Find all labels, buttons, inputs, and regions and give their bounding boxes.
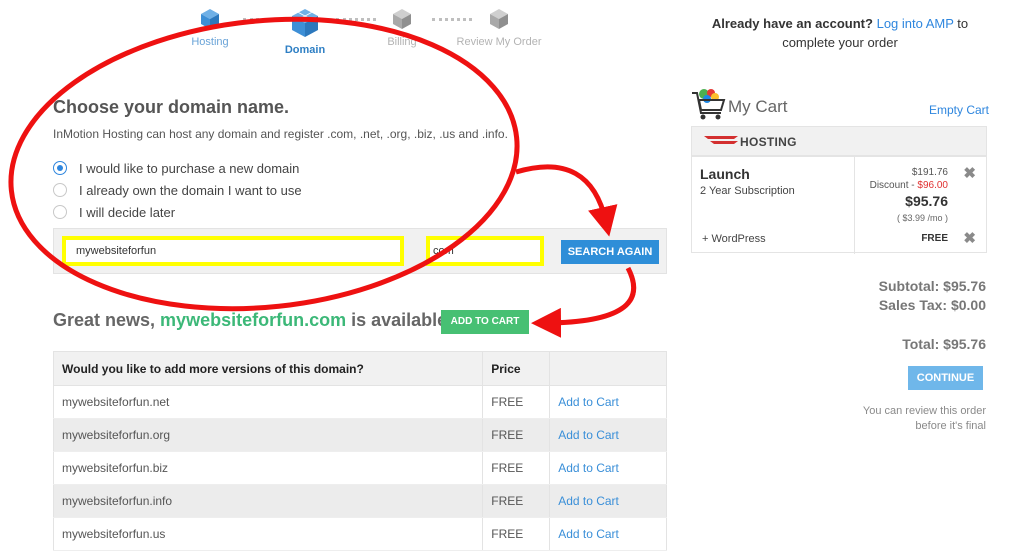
domain-cell: mywebsiteforfun.org — [52, 418, 484, 452]
option-decide-later[interactable]: I will decide later — [53, 203, 175, 221]
annotation-arrow — [515, 164, 618, 237]
review-note-line: before it's final — [915, 420, 986, 432]
step-label: Billing — [387, 36, 417, 48]
monthly-price: ( $3.99 /mo ) — [896, 213, 948, 223]
table-row: mywebsiteforfun.us FREE Add to Cart — [52, 517, 667, 551]
cart-title: My Cart — [728, 97, 788, 116]
price-cell: FREE — [482, 484, 551, 518]
cart-section-header: HOSTING — [691, 126, 987, 156]
progress-steps: Hosting Domain Billing Review My Order — [150, 0, 570, 60]
continue-button[interactable]: CONTINUE — [908, 366, 983, 390]
step-billing[interactable]: Billing — [357, 8, 447, 48]
cart-item: Launch 2 Year Subscription + WordPress $… — [691, 156, 987, 254]
table-row: mywebsiteforfun.org FREE Add to Cart — [52, 418, 667, 452]
step-label: Domain — [284, 44, 326, 56]
login-link[interactable]: Log into AMP — [877, 16, 954, 31]
availability-prefix: Great news, — [53, 310, 161, 330]
domain-input[interactable]: mywebsiteforfun — [62, 236, 404, 266]
step-review[interactable]: Review My Order — [454, 8, 544, 48]
remove-icon[interactable]: ✖ — [963, 166, 976, 181]
account-tail: to — [953, 16, 969, 31]
step-label: Hosting — [191, 36, 229, 48]
cube-step-icon — [490, 9, 508, 29]
shopping-cart-icon — [692, 89, 726, 120]
tld-select[interactable]: com — [426, 236, 544, 266]
radio-button[interactable] — [53, 161, 67, 175]
available-domain: mywebsiteforfun.com — [160, 310, 347, 330]
account-tail-2: complete your order — [782, 35, 898, 50]
option-new-domain[interactable]: I would like to purchase a new domain — [53, 159, 299, 177]
column-header: Price — [482, 351, 551, 386]
table-row: mywebsiteforfun.net FREE Add to Cart — [52, 385, 667, 419]
empty-cart-link[interactable]: Empty Cart — [929, 103, 989, 117]
radio-button[interactable] — [53, 183, 67, 197]
discount-value: $96.00 — [917, 180, 948, 191]
step-label: Review My Order — [456, 36, 542, 48]
column-header — [549, 351, 667, 386]
annotation-arrow — [531, 266, 637, 338]
plan-subscription: 2 Year Subscription — [700, 185, 795, 197]
original-price: $191.76 — [911, 167, 948, 178]
price-cell: FREE — [482, 517, 551, 551]
radio-button[interactable] — [53, 205, 67, 219]
plan-name: Launch — [700, 166, 750, 182]
domain-cell: mywebsiteforfun.us — [52, 517, 484, 551]
cube-step-icon — [201, 9, 219, 29]
option-own-domain[interactable]: I already own the domain I want to use — [53, 181, 302, 199]
table-header-row: Would you like to add more versions of t… — [52, 351, 667, 386]
table-row: mywebsiteforfun.info FREE Add to Cart — [52, 484, 667, 518]
price-cell: FREE — [482, 451, 551, 485]
review-note: You can review this order before it's fi… — [690, 404, 986, 434]
domain-cell: mywebsiteforfun.info — [52, 484, 484, 518]
price-cell: FREE — [482, 385, 551, 419]
option-label: I would like to purchase a new domain — [79, 160, 300, 176]
step-hosting[interactable]: Hosting — [165, 8, 255, 48]
domain-versions-table: Would you like to add more versions of t… — [52, 351, 667, 551]
order-total: Total: $95.76 — [902, 336, 986, 352]
account-prompt: Already have an account? Log into AMP to… — [690, 14, 990, 52]
add-to-cart-link[interactable]: Add to Cart — [549, 484, 667, 518]
cart-section-title: HOSTING — [740, 135, 797, 149]
table-row: mywebsiteforfun.biz FREE Add to Cart — [52, 451, 667, 485]
domain-cell: mywebsiteforfun.biz — [52, 451, 484, 485]
option-label: I will decide later — [79, 204, 176, 220]
add-to-cart-link[interactable]: Add to Cart — [549, 385, 667, 419]
price-cell: FREE — [482, 418, 551, 452]
hosting-logo-icon — [704, 136, 738, 144]
addon-price: FREE — [921, 233, 948, 244]
option-label: I already own the domain I want to use — [79, 182, 302, 198]
search-again-button[interactable]: SEARCH AGAIN — [561, 240, 659, 264]
discount-line: Discount - $96.00 — [870, 180, 948, 191]
add-to-cart-link[interactable]: Add to Cart — [549, 418, 667, 452]
discount-label: Discount - — [869, 180, 918, 191]
addon-name: + WordPress — [702, 233, 766, 245]
remove-icon[interactable]: ✖ — [963, 231, 976, 246]
add-to-cart-button[interactable]: ADD TO CART — [441, 310, 529, 334]
final-price: $95.76 — [905, 193, 948, 209]
domain-cell: mywebsiteforfun.net — [52, 385, 484, 419]
account-lead: Already have an account? — [711, 16, 873, 31]
availability-suffix: is available! — [346, 310, 454, 330]
page-title: Choose your domain name. — [53, 97, 290, 117]
domain-search-bar: mywebsiteforfun com SEARCH AGAIN — [53, 228, 667, 274]
cube-step-icon — [393, 9, 411, 29]
cube-step-icon — [292, 9, 318, 37]
column-header: Would you like to add more versions of t… — [52, 351, 484, 386]
add-to-cart-link[interactable]: Add to Cart — [549, 517, 667, 551]
step-domain[interactable]: Domain — [260, 8, 350, 56]
availability-message: Great news, mywebsiteforfun.com is avail… — [53, 310, 453, 331]
sales-tax: Sales Tax: $0.00 — [878, 297, 986, 313]
review-note-line: You can review this order — [862, 405, 986, 417]
subtotal: Subtotal: $95.76 — [878, 278, 986, 294]
page-description: InMotion Hosting can host any domain and… — [53, 127, 508, 141]
cart-item-divider — [854, 157, 855, 254]
add-to-cart-link[interactable]: Add to Cart — [549, 451, 667, 485]
